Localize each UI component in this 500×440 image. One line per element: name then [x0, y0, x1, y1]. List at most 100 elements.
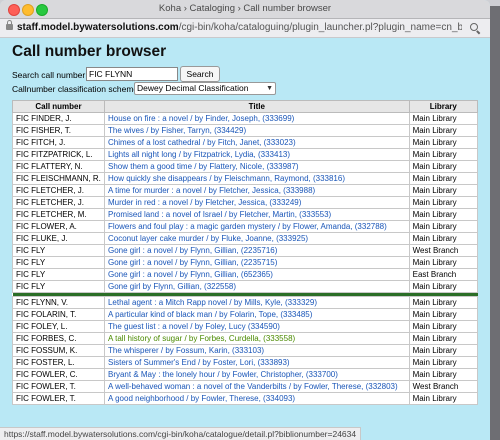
title-link[interactable]: Lethal agent : a Mitch Rapp novel / by M… [108, 298, 317, 307]
call-number-cell: FIC FISHER, T. [12, 124, 105, 137]
title-cell: Gone girl : a novel / by Flynn, Gillian,… [103, 256, 410, 269]
library-cell: Main Library [408, 196, 479, 209]
call-number-cell: FIC FLY [12, 268, 105, 281]
library-cell: Main Library [408, 308, 479, 321]
title-link[interactable]: A time for murder : a novel / by Fletche… [108, 186, 315, 195]
library-cell: Main Library [408, 296, 479, 309]
chevron-down-icon: ▼ [266, 85, 273, 92]
window-title: Koha › Cataloging › Call number browser [158, 3, 332, 14]
call-number-cell: FIC FLOWER, A. [12, 220, 105, 233]
title-link[interactable]: Show them a good time / by Flattery, Nic… [108, 162, 299, 171]
call-number-cell: FIC FLETCHER, J. [12, 196, 105, 209]
title-cell: A good neighborhood / by Fowler, Therese… [103, 392, 410, 405]
table-row: FIC FOWLER, T. A good neighborhood / by F… [12, 392, 479, 405]
title-cell: Gone girl by Flynn, Gillian, (322558) [103, 280, 410, 293]
table-row: FIC FLEISCHMANN, R. How quickly she disap… [12, 172, 479, 185]
title-link[interactable]: Promised land : a novel of Israel / by F… [108, 210, 331, 219]
title-link[interactable]: Coconut layer cake murder / by Fluke, Jo… [108, 234, 308, 243]
library-cell: East Branch [408, 268, 479, 281]
call-number-cell: FIC FLY [12, 280, 105, 293]
status-bar: https://staff.model.bywatersolutions.com… [0, 427, 362, 440]
title-link[interactable]: A particular kind of black man / by Fola… [108, 310, 312, 319]
page-title: Call number browser [12, 43, 167, 60]
call-number-cell: FIC FOLEY, L. [12, 320, 105, 333]
table-row: FIC FLOWER, A. Flowers and foul play : a … [12, 220, 479, 233]
table-row: FIC FITCH, J. Chimes of a lost cathedral … [12, 136, 479, 149]
title-link[interactable]: A well-behaved woman : a novel of the Va… [108, 382, 398, 391]
search-icon[interactable] [470, 23, 478, 31]
table-header-row: Call number Title Library [12, 100, 479, 113]
call-number-cell: FIC FOLARIN, T. [12, 308, 105, 321]
classification-label: Callnumber classification scheme: [12, 84, 141, 94]
title-cell: Flowers and foul play : a magic garden m… [103, 220, 410, 233]
column-header: Call number [12, 100, 105, 113]
table-row: FIC FLYNN, V. Lethal agent : a Mitch Rapp… [12, 296, 479, 309]
title-cell: How quickly she disappears / by Fleischm… [103, 172, 410, 185]
address-bar[interactable]: staff.model.bywatersolutions.com/cgi-bin… [0, 19, 490, 38]
library-cell: Main Library [408, 356, 479, 369]
title-link[interactable]: The guest list : a novel / by Foley, Luc… [108, 322, 280, 331]
table-row: FIC FOWLER, C. Bryant & May : the lonely … [12, 368, 479, 381]
table-row: FIC FLETCHER, J. Murder in red : a novel … [12, 196, 479, 209]
title-cell: A time for murder : a novel / by Fletche… [103, 184, 410, 197]
table-row: FIC FLY Gone girl : a novel / by Flynn, G… [12, 256, 479, 269]
title-link[interactable]: Gone girl : a novel / by Flynn, Gillian,… [108, 270, 273, 279]
url-text[interactable]: staff.model.bywatersolutions.com/cgi-bin… [17, 22, 462, 33]
table-row: FIC FOWLER, T. A well-behaved woman : a n… [12, 380, 479, 393]
search-button[interactable]: Search [180, 66, 220, 82]
title-link[interactable]: How quickly she disappears / by Fleischm… [108, 174, 345, 183]
classification-select[interactable]: Dewey Decimal Classification ▼ [134, 82, 276, 95]
title-link[interactable]: Gone girl by Flynn, Gillian, (322558) [108, 282, 236, 291]
title-link[interactable]: The whisperer / by Fossum, Karin, (33310… [108, 346, 264, 355]
table-row: FIC FOLARIN, T. A particular kind of blac… [12, 308, 479, 321]
search-input[interactable] [86, 67, 178, 81]
title-link[interactable]: A tall history of sugar / by Forbes, Cur… [108, 334, 295, 343]
library-cell: Main Library [408, 256, 479, 269]
library-cell: Main Library [408, 148, 479, 161]
title-link[interactable]: Lights all night long / by Fitzpatrick, … [108, 150, 290, 159]
title-link[interactable]: A good neighborhood / by Fowler, Therese… [108, 394, 295, 403]
classification-value: Dewey Decimal Classification [137, 83, 249, 93]
library-cell: Main Library [408, 172, 479, 185]
title-link[interactable]: Gone girl : a novel / by Flynn, Gillian,… [108, 246, 277, 255]
title-link[interactable]: Murder in red : a novel / by Fletcher, J… [108, 198, 301, 207]
table-row: FIC FLETCHER, J. A time for murder : a no… [12, 184, 479, 197]
library-cell: Main Library [408, 160, 479, 173]
title-cell: Promised land : a novel of Israel / by F… [103, 208, 410, 221]
library-cell: Main Library [408, 124, 479, 137]
table-row: FIC FOSSUM, K. The whisperer / by Fossum,… [12, 344, 479, 357]
library-cell: Main Library [408, 320, 479, 333]
title-cell: House on fire : a novel / by Finder, Jos… [103, 112, 410, 125]
url-host: staff.model.bywatersolutions.com [17, 22, 179, 33]
call-number-cell: FIC FOWLER, C. [12, 368, 105, 381]
title-link[interactable]: Sisters of Summer's End / by Foster, Lor… [108, 358, 290, 367]
call-number-cell: FIC FLETCHER, M. [12, 208, 105, 221]
call-number-cell: FIC FLY [12, 244, 105, 257]
title-link[interactable]: House on fire : a novel / by Finder, Jos… [108, 114, 294, 123]
table-row: FIC FISHER, T. The wives / by Fisher, Tar… [12, 124, 479, 137]
library-cell: Main Library [408, 332, 479, 345]
table-row: FIC FLY Gone girl by Flynn, Gillian, (322… [12, 280, 479, 293]
title-bar: Koha › Cataloging › Call number browser [0, 0, 490, 19]
table-row: FIC FLY Gone girl : a novel / by Flynn, G… [12, 268, 479, 281]
title-link[interactable]: Gone girl : a novel / by Flynn, Gillian,… [108, 258, 277, 267]
title-link[interactable]: Flowers and foul play : a magic garden m… [108, 222, 387, 231]
title-cell: A well-behaved woman : a novel of the Va… [103, 380, 410, 393]
library-cell: Main Library [408, 344, 479, 357]
results-table: Call number Title Library FIC FINDER, J.… [12, 100, 479, 405]
library-cell: West Branch [408, 244, 479, 257]
table-row: FIC FLETCHER, M. Promised land : a novel … [12, 208, 479, 221]
title-link[interactable]: The wives / by Fisher, Tarryn, (334429) [108, 126, 246, 135]
title-cell: Bryant & May : the lonely hour / by Fowl… [103, 368, 410, 381]
title-cell: Chimes of a lost cathedral / by Fitch, J… [103, 136, 410, 149]
library-cell: Main Library [408, 220, 479, 233]
title-cell: The guest list : a novel / by Foley, Luc… [103, 320, 410, 333]
title-link[interactable]: Chimes of a lost cathedral / by Fitch, J… [108, 138, 296, 147]
table-row: FIC FLY Gone girl : a novel / by Flynn, G… [12, 244, 479, 257]
title-cell: Sisters of Summer's End / by Foster, Lor… [103, 356, 410, 369]
title-link[interactable]: Bryant & May : the lonely hour / by Fowl… [108, 370, 338, 379]
title-cell: The wives / by Fisher, Tarryn, (334429) [103, 124, 410, 137]
call-number-cell: FIC FLEISCHMANN, R. [12, 172, 105, 185]
table-row: FIC FLATTERY, N. Show them a good time / … [12, 160, 479, 173]
table-row: FIC FOSTER, L. Sisters of Summer's End / … [12, 356, 479, 369]
